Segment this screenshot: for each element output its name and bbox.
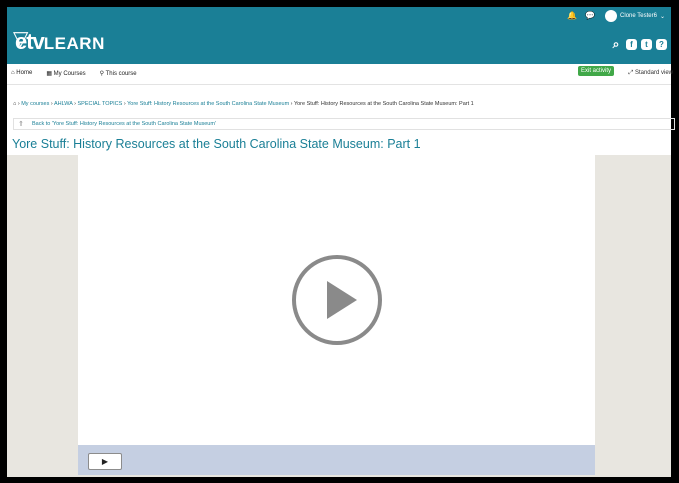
user-menu[interactable]: Clone Tester6 ⌄ <box>605 10 665 22</box>
play-icon[interactable] <box>291 254 383 346</box>
standard-view-label: Standard view <box>634 70 673 76</box>
breadcrumb-special-topics[interactable]: SPECIAL TOPICS <box>77 101 122 107</box>
nav-this-course-label: This course <box>105 71 137 77</box>
app-frame: 🔔 💬 Clone Tester6 ⌄ ▽ etvLEARN ⌕ f t ? ⌂… <box>0 0 679 483</box>
courses-icon: ▦ <box>46 71 54 77</box>
logo-chevron-icon: ▽ <box>13 28 29 50</box>
breadcrumb-my-courses[interactable]: My courses <box>21 101 49 107</box>
player-side-left <box>7 155 78 477</box>
logo-suffix: LEARN <box>43 34 105 53</box>
exit-activity-button[interactable]: Exit activity <box>578 66 615 76</box>
player-side-right <box>595 155 662 477</box>
messages-icon[interactable]: 💬 <box>585 11 595 20</box>
twitter-icon[interactable]: t <box>641 39 652 50</box>
facebook-icon[interactable]: f <box>626 39 637 50</box>
video-player[interactable] <box>78 155 595 445</box>
back-link-box[interactable]: ⇑ Back to 'Yore Stuff: History Resources… <box>13 118 675 130</box>
play-button[interactable]: ▶ <box>88 453 122 470</box>
frame-border-bottom <box>0 477 679 483</box>
header-icons: ⌕ f t ? <box>610 38 667 50</box>
nav-bar: ⌂ Home ▦ My Courses ⚲ This course <box>7 64 671 85</box>
help-icon[interactable]: ? <box>656 39 667 50</box>
user-bar-icons: 🔔 💬 <box>567 11 595 20</box>
nav-my-courses[interactable]: ▦ My Courses <box>46 70 85 77</box>
site-logo[interactable]: ▽ etvLEARN <box>13 28 105 55</box>
nav-home-label: Home <box>16 70 33 76</box>
nav-home[interactable]: ⌂ Home <box>11 70 32 77</box>
user-name: Clone Tester6 <box>620 13 657 19</box>
standard-view-link[interactable]: ⤢ Standard view <box>629 70 674 77</box>
breadcrumb-home-icon[interactable]: ⌂ <box>13 101 16 107</box>
page-title: Yore Stuff: History Resources at the Sou… <box>12 137 421 151</box>
frame-border-left <box>0 0 7 483</box>
brand-bar: ▽ etvLEARN ⌕ f t ? <box>7 26 671 64</box>
notifications-bell-icon[interactable]: 🔔 <box>567 11 577 20</box>
breadcrumb-resource[interactable]: Yore Stuff: History Resources at the Sou… <box>127 101 289 107</box>
search-icon[interactable]: ⌕ <box>610 38 622 50</box>
nav-links: ⌂ Home ▦ My Courses ⚲ This course <box>11 70 137 77</box>
back-arrow-icon: ⇑ <box>18 121 24 128</box>
nav-my-courses-label: My Courses <box>53 71 86 77</box>
breadcrumb: ⌂ › My courses › AHLWA › SPECIAL TOPICS … <box>13 101 474 107</box>
avatar <box>605 10 618 22</box>
chevron-down-icon: ⌄ <box>659 13 665 20</box>
back-link[interactable]: Back to 'Yore Stuff: History Resources a… <box>32 121 216 127</box>
nav-this-course[interactable]: ⚲ This course <box>100 70 137 77</box>
player-controls: ▶ <box>78 445 595 475</box>
breadcrumb-current: Yore Stuff: History Resources at the Sou… <box>293 101 474 107</box>
breadcrumb-ahlwa[interactable]: AHLWA <box>54 101 73 107</box>
frame-border-top <box>0 0 679 7</box>
user-bar: 🔔 💬 Clone Tester6 ⌄ <box>7 7 671 26</box>
